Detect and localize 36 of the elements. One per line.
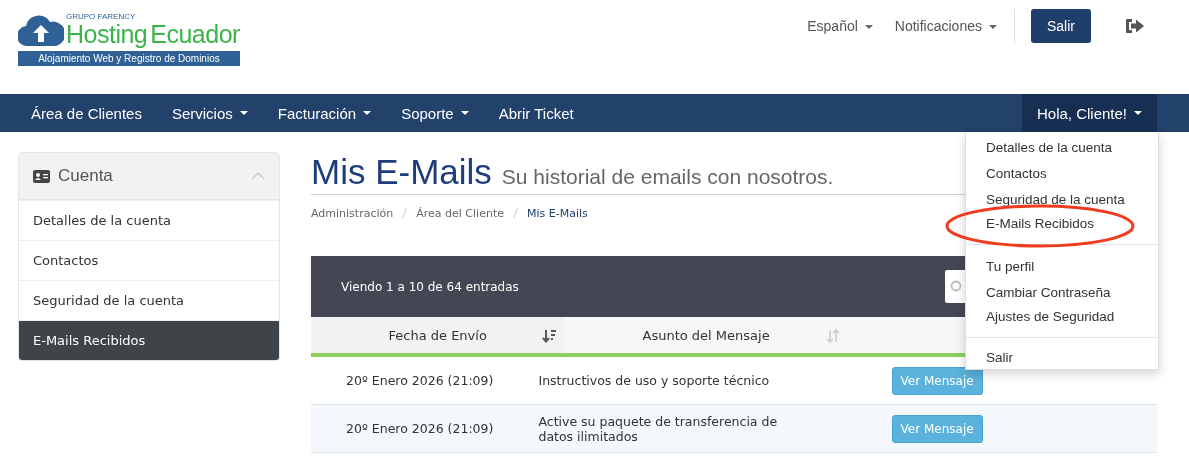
sidebar-item[interactable]: Detalles de la cuenta — [19, 200, 279, 240]
dropdown-menu-item[interactable]: Seguridad de la cuenta — [966, 187, 1158, 213]
dropdown-menu-item[interactable]: Cambiar Contraseña — [966, 280, 1158, 306]
table-cell-text: Active su paquete de transferencia de datos ilimitados — [537, 412, 779, 446]
dropdown-menu-item[interactable]: E-Mails Recibidos — [966, 213, 1158, 235]
nav-item[interactable]: Abrir Ticket — [483, 94, 589, 132]
logo-group-text: GRUPO FARENCY — [66, 12, 137, 21]
sidebar-item[interactable]: E-Mails Recibidos — [19, 320, 279, 360]
dropdown-menu-item[interactable]: Ajustes de Seguridad — [966, 306, 1158, 328]
top-menu-link[interactable]: Español — [807, 18, 873, 34]
dropdown-menu-item[interactable]: Contactos — [966, 161, 1158, 187]
page-title: Mis E-Mails — [311, 152, 492, 192]
column-header[interactable]: Asunto del Mensaje — [642, 327, 770, 343]
nav-item[interactable]: Soporte — [386, 94, 484, 132]
logo-tagline: Alojamiento Web y Registro de Dominios — [18, 51, 240, 66]
dropdown-menu-item[interactable]: Detalles de la cuenta — [966, 135, 1158, 161]
column-header[interactable]: Fecha de Envío — [388, 327, 487, 343]
nav-item[interactable]: Servicios — [156, 94, 263, 132]
top-menu-link[interactable]: Notificaciones — [894, 18, 997, 34]
table-cell-text: Instructivos de uso y soporte técnico — [537, 372, 771, 390]
dropdown-menu-item[interactable]: Salir — [966, 347, 1158, 369]
user-menu-toggle[interactable]: Hola, Cliente! — [1021, 94, 1157, 132]
logo-brand-text: Hosting Ecuador — [66, 21, 240, 47]
sidebar-title: Cuenta — [58, 166, 114, 186]
sidebar-item[interactable]: Contactos — [19, 240, 279, 280]
breadcrumb-link[interactable]: Área del Cliente — [416, 206, 504, 220]
table-info-text: Viendo 1 a 10 de 64 entradas — [341, 279, 519, 294]
logout-button[interactable]: Salir — [1031, 9, 1091, 43]
nav-item[interactable]: Área de Clientes — [16, 94, 157, 132]
table-cell-text: 20º Enero 2026 (21:09) — [345, 420, 495, 438]
nav-item[interactable]: Facturación — [262, 94, 387, 132]
table-cell-text: 20º Enero 2026 (21:09) — [345, 372, 495, 390]
page-subtitle: Su historial de emails con nosotros. — [501, 165, 834, 189]
dropdown-menu-item[interactable]: Tu perfil — [966, 254, 1158, 280]
breadcrumb-link[interactable]: Mis E-Mails — [526, 206, 588, 220]
breadcrumb-link[interactable]: Administración — [311, 206, 394, 220]
